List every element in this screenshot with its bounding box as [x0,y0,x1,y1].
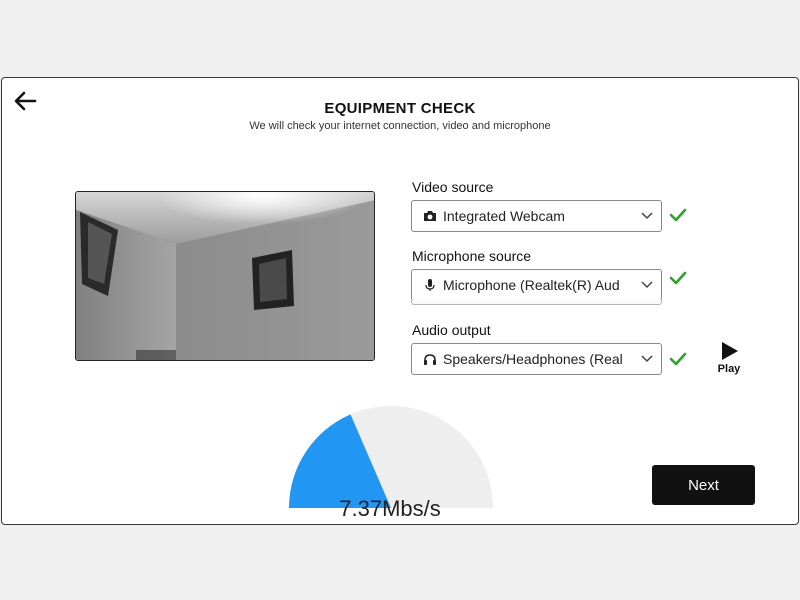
microphone-source-value: Microphone (Realtek(R) Aud [443,277,620,293]
webcam-preview [75,191,375,361]
headphones-icon [422,351,438,367]
chevron-down-icon [641,212,653,220]
play-label: Play [717,363,741,375]
audio-output-value: Speakers/Headphones (Real [443,351,623,367]
video-source-value: Integrated Webcam [443,208,565,224]
microphone-source-select[interactable]: Microphone (Realtek(R) Aud [411,269,662,301]
microphone-icon [422,277,438,293]
equipment-check-panel: EQUIPMENT CHECK We will check your inter… [1,77,799,525]
audio-output-select[interactable]: Speakers/Headphones (Real [411,343,662,375]
speed-gauge [289,406,493,508]
speed-value: 7.37Mbs/s [339,496,441,521]
camera-icon [422,208,438,224]
page-subtitle: We will check your internet connection, … [249,120,551,132]
next-button[interactable]: Next [652,465,755,505]
video-source-check-icon [669,208,687,222]
chevron-down-icon [641,281,653,289]
microphone-source-check-icon [669,271,687,285]
video-source-select[interactable]: Integrated Webcam [411,200,662,232]
audio-output-check-icon [669,352,687,366]
microphone-source-label: Microphone source [412,248,532,264]
page-title: EQUIPMENT CHECK [324,100,476,117]
play-icon [722,342,738,360]
audio-output-label: Audio output [412,322,491,338]
play-button[interactable]: Play [712,341,746,381]
chevron-down-icon [641,355,653,363]
video-source-label: Video source [412,179,494,195]
webcam-image [76,192,374,360]
microphone-level-bar [411,300,662,305]
